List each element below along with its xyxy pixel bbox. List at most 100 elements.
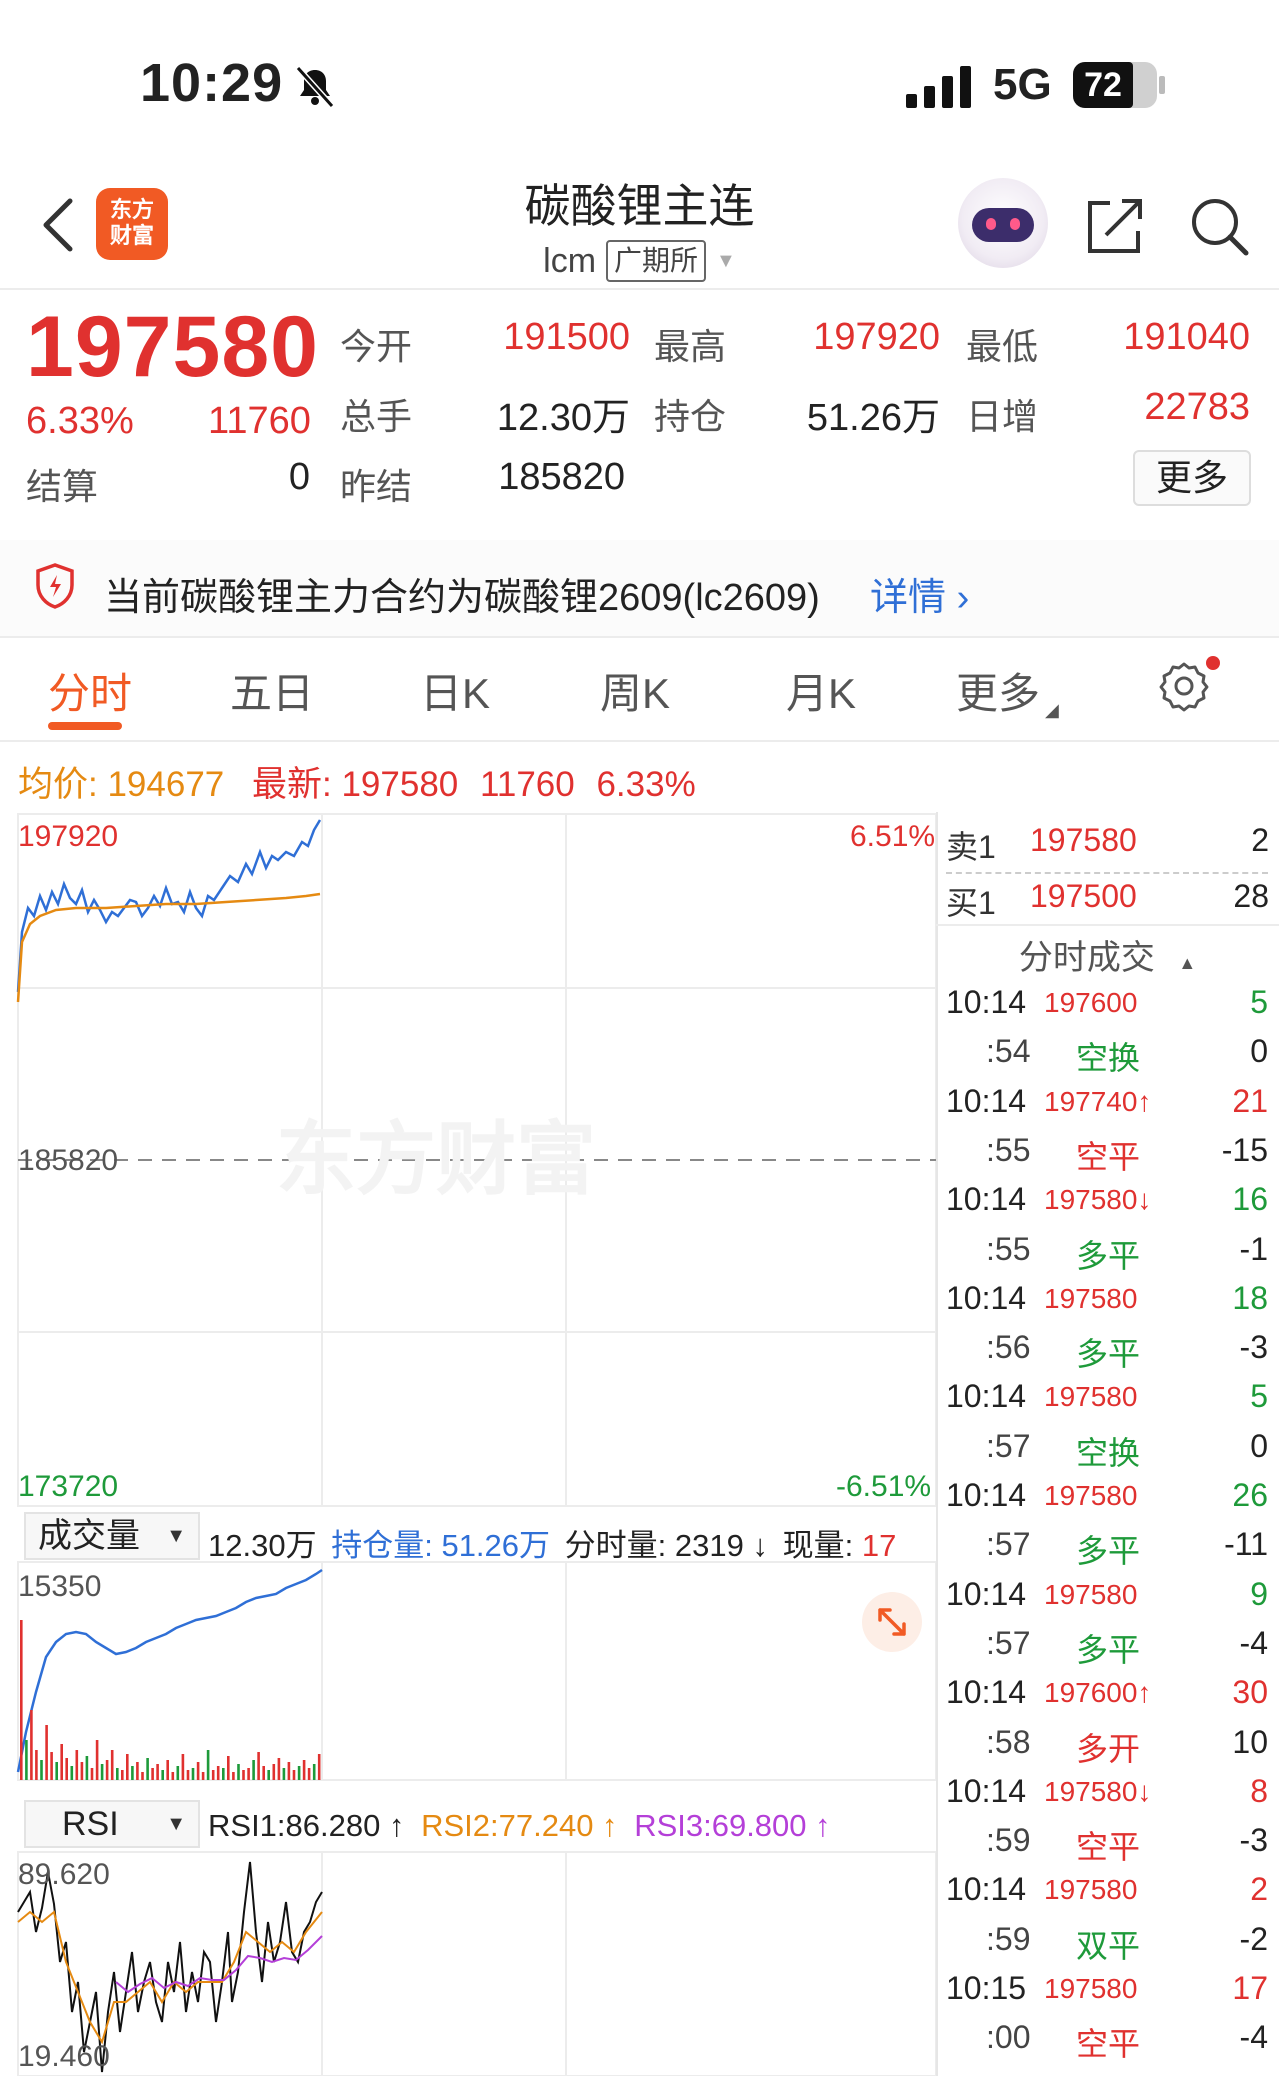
share-icon[interactable] — [1084, 195, 1146, 257]
trade-type: 多平 — [1076, 1237, 1141, 1274]
notification-dot — [1206, 656, 1220, 670]
caret-up-icon: ▲ — [1178, 953, 1197, 973]
divider — [936, 924, 1279, 926]
volume-bar — [242, 1770, 245, 1780]
volume-bar — [25, 1740, 28, 1780]
volume-bar — [156, 1764, 159, 1780]
trade-time: :57 — [986, 1624, 1031, 1661]
trade-type: 空换 — [1076, 1040, 1141, 1077]
volume-indicator-select[interactable]: 成交量 ▼ — [24, 1512, 200, 1560]
trade-volume: 0 — [1250, 1033, 1268, 1070]
rsi3-value: RSI3:69.800 ↑ — [634, 1808, 831, 1843]
notice-details-link[interactable]: 详情 › — [870, 566, 969, 621]
expand-icon[interactable] — [862, 1592, 922, 1652]
shield-alert-icon — [36, 563, 74, 609]
volume-max-label: 15350 — [18, 1570, 102, 1603]
volume-bar — [232, 1772, 235, 1780]
volume-bar — [206, 1750, 210, 1780]
assistant-robot-icon[interactable] — [958, 178, 1048, 268]
rsi2-value: RSI2:77.240 ↑ — [421, 1808, 618, 1843]
trade-volume: -4 — [1239, 2019, 1268, 2056]
volume-bar — [85, 1756, 89, 1780]
trade-time: 10:14 — [946, 1772, 1027, 1809]
high-value: 197920 — [813, 316, 940, 358]
settlement-label: 结算 — [26, 466, 99, 507]
trade-row: :54 空换 0 — [946, 1027, 1268, 1076]
intraday-chart[interactable]: 东方财富 — [16, 812, 936, 2076]
avg-price-value: 194677 — [107, 765, 225, 804]
volume-bar — [282, 1768, 286, 1780]
trade-type: 多平 — [1076, 1533, 1141, 1570]
trade-time: 10:14 — [946, 1477, 1027, 1513]
trade-row: :57 多平 -11 — [946, 1520, 1268, 1569]
trade-price: 197600 — [1044, 987, 1138, 1018]
volume-bar — [40, 1760, 43, 1780]
volume-bar — [141, 1772, 144, 1780]
rsi-indicator-select[interactable]: RSI ▼ — [24, 1800, 200, 1848]
volume-bar — [50, 1752, 53, 1780]
volume-bar — [267, 1770, 270, 1780]
open-label: 今开 — [340, 326, 413, 367]
notice-text: 当前碳酸锂主力合约为碳酸锂2609(lc2609) — [104, 577, 820, 619]
network-label: 5G — [993, 60, 1052, 109]
trade-row: :55 空平 -15 — [946, 1126, 1268, 1175]
trade-price: 197580↓ — [1044, 1775, 1152, 1807]
trades-header[interactable]: 分时成交 ▲ — [936, 930, 1279, 979]
y-axis-mid-label: 185820 — [18, 1144, 119, 1177]
trade-row: :59 双平 -2 — [946, 1915, 1268, 1964]
trade-volume: 0 — [1250, 1427, 1268, 1464]
trade-row: :57 多平 -4 — [946, 1619, 1268, 1668]
signal-icon — [906, 66, 971, 108]
volume-bar — [262, 1766, 265, 1780]
trade-time: 10:14 — [946, 1575, 1027, 1612]
tab-monthly-k[interactable]: 月K — [786, 660, 856, 721]
trade-volume: 16 — [1232, 1181, 1268, 1218]
volume-bar — [126, 1754, 129, 1780]
trade-row: :59 空平 -3 — [946, 1816, 1268, 1865]
bid-row[interactable]: 买1 197500 28 — [936, 870, 1279, 924]
last-price: 197580 — [26, 299, 319, 395]
volume-total: 12.30万 — [208, 1528, 317, 1563]
search-icon[interactable] — [1188, 195, 1250, 257]
volume-bar — [166, 1760, 169, 1780]
tab-daily-k[interactable]: 日K — [420, 660, 490, 721]
settings-icon[interactable] — [1158, 660, 1210, 712]
trade-price: 197580 — [1044, 1381, 1138, 1413]
volume-bar — [201, 1772, 205, 1780]
tab-weekly-k[interactable]: 周K — [600, 660, 670, 721]
trade-type: 双平 — [1076, 1927, 1141, 1964]
current-volume-label: 现量: — [782, 1528, 854, 1563]
volume-bar — [55, 1762, 58, 1780]
tab-more[interactable]: 更多 ◢ — [956, 660, 1059, 721]
volume-bar — [196, 1762, 200, 1780]
low-label: 最低 — [966, 326, 1039, 367]
trade-type: 空平 — [1076, 1138, 1141, 1175]
notice-link-label: 详情 — [870, 577, 947, 619]
ask-row[interactable]: 卖1 197580 2 — [936, 814, 1279, 868]
volume-bar — [227, 1756, 230, 1780]
trade-time: 10:14 — [946, 984, 1027, 1020]
trade-volume: 18 — [1232, 1279, 1268, 1316]
trade-row: 10:14 197580 9 — [946, 1570, 1268, 1618]
trade-row: 10:15 197580 17 — [946, 1964, 1268, 2012]
caret-down-icon: ▼ — [716, 249, 736, 272]
trade-volume: 8 — [1250, 1772, 1268, 1809]
battery-icon: 72 — [1073, 62, 1165, 108]
trade-row: 10:14 197580↓ 16 — [946, 1175, 1268, 1223]
volume-bar — [151, 1768, 154, 1780]
volume-value: 12.30万 — [496, 397, 630, 439]
more-button[interactable]: 更多 — [1133, 450, 1251, 506]
trade-volume: -11 — [1224, 1526, 1268, 1563]
trade-time: :59 — [986, 1920, 1031, 1957]
trade-price: 197740↑ — [1044, 1085, 1152, 1117]
tab-five-day[interactable]: 五日 — [230, 660, 314, 721]
trade-type: 多平 — [1076, 1336, 1141, 1373]
trade-volume: 10 — [1232, 1723, 1268, 1760]
tab-intraday[interactable]: 分时 — [48, 660, 132, 721]
volume-bar — [317, 1754, 321, 1780]
trade-price: 197580 — [1044, 1282, 1138, 1314]
prev-settlement-value: 185820 — [498, 456, 625, 498]
oi-value: 51.26万 — [441, 1528, 551, 1563]
trade-row: :56 多平 -3 — [946, 1323, 1268, 1372]
trade-time: :57 — [986, 1526, 1031, 1563]
